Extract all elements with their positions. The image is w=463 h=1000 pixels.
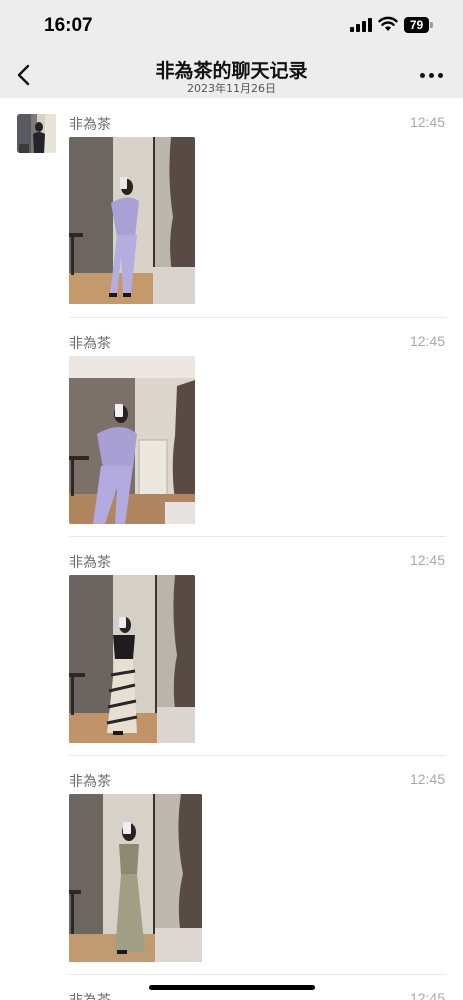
chat-history-list[interactable]: 非為茶 12:45 非為茶 12:45 非為茶 12:45 非為茶 12:45 … [0, 98, 463, 1000]
message-divider [69, 536, 446, 537]
status-time: 16:07 [44, 15, 93, 36]
message-time: 12:45 [409, 771, 445, 787]
page-subtitle-date: 2023年11月26日 [187, 82, 276, 95]
message-sender: 非為茶 [69, 555, 111, 571]
message-photo[interactable] [69, 794, 202, 962]
message-time: 12:45 [409, 990, 445, 1000]
message-sender: 非為茶 [69, 117, 111, 133]
message-photo[interactable] [69, 575, 195, 743]
message-divider [69, 317, 446, 318]
message-divider [69, 755, 446, 756]
nav-bar: 非為茶的聊天记录 2023年11月26日 [0, 50, 463, 98]
message-divider [69, 974, 446, 975]
more-button[interactable] [418, 68, 446, 82]
page-title: 非為茶的聊天记录 [155, 60, 308, 82]
battery-level: 79 [404, 17, 429, 33]
cellular-signal-icon [350, 18, 372, 32]
message-time: 12:45 [409, 552, 445, 568]
message-sender: 非為茶 [69, 774, 111, 790]
battery-icon: 79 [404, 17, 434, 33]
home-indicator[interactable] [149, 985, 315, 990]
message-photo[interactable] [69, 356, 195, 524]
message-photo[interactable] [69, 137, 195, 304]
avatar[interactable] [17, 114, 56, 153]
battery-tip [430, 22, 433, 28]
message-time: 12:45 [409, 333, 445, 349]
wifi-icon [378, 16, 398, 31]
status-bar: 16:07 79 [0, 0, 463, 50]
message-time: 12:45 [409, 114, 445, 130]
message-sender: 非為茶 [69, 336, 111, 352]
message-sender: 非為茶 [69, 990, 111, 1000]
